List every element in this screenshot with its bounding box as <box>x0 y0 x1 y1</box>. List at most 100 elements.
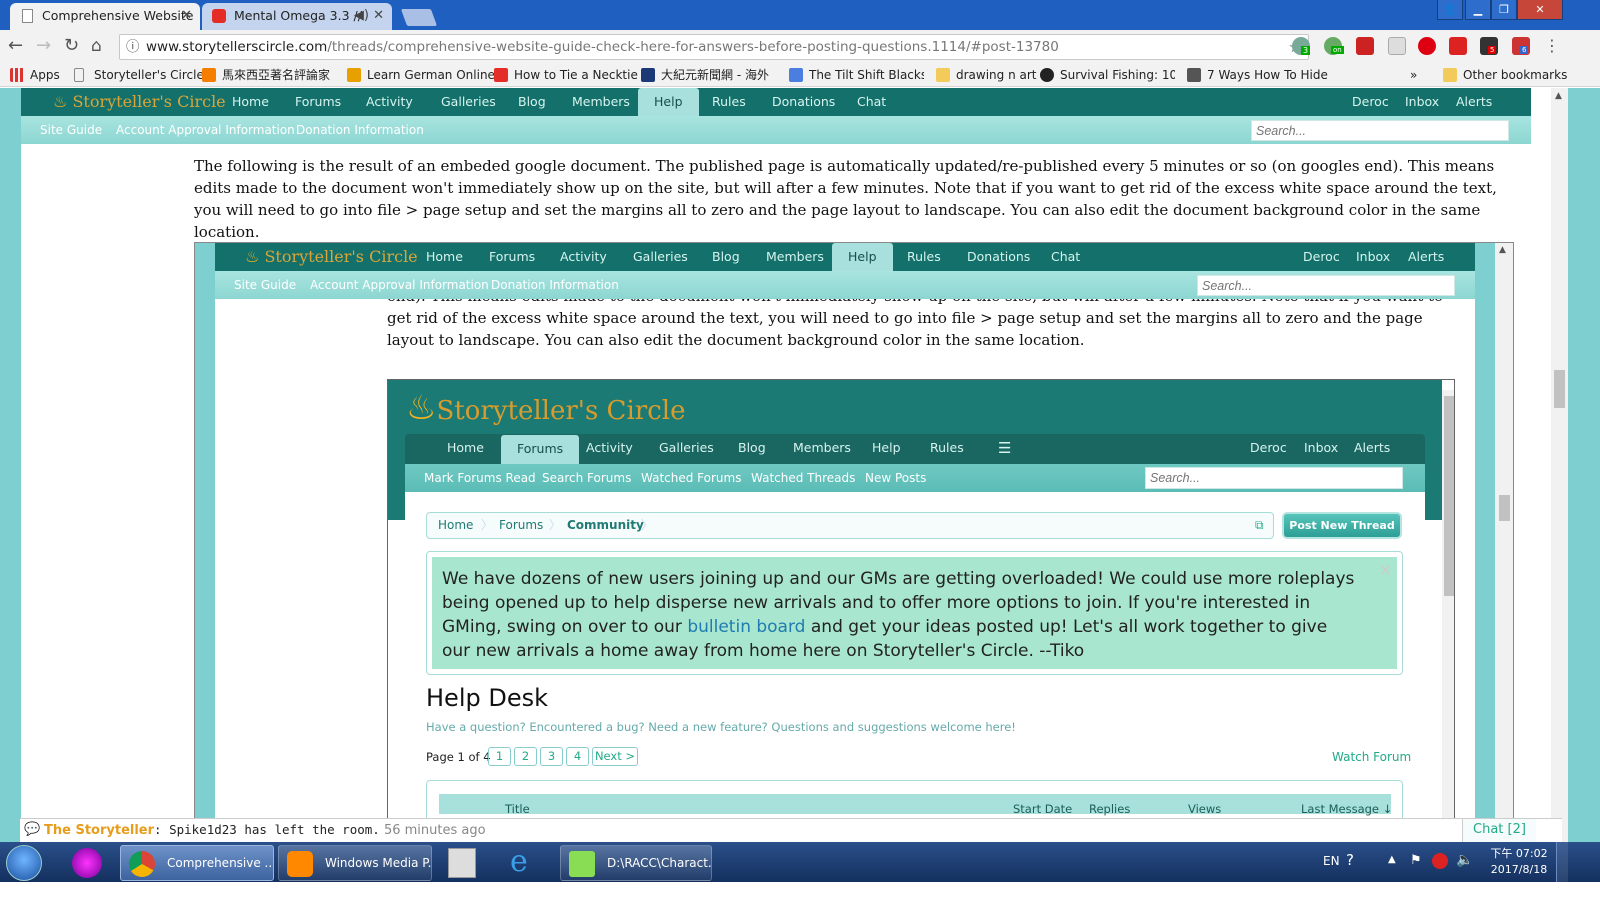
external-link-icon[interactable]: ⧉ <box>1255 513 1264 538</box>
breadcrumb-home[interactable]: Home <box>438 513 473 538</box>
watch-forum-link[interactable]: Watch Forum <box>1332 747 1411 767</box>
menu-icon[interactable]: ⋮ <box>1544 36 1560 56</box>
inner-nav-home[interactable]: Home <box>447 434 484 462</box>
clock[interactable]: 下午 07:02 2017/8/18 <box>1486 846 1552 878</box>
nav-donations[interactable]: Donations <box>967 243 1030 271</box>
page-scrollbar-thumb[interactable] <box>1554 370 1565 408</box>
inner-search-input[interactable] <box>1145 467 1403 489</box>
subnav-mark-forums-read[interactable]: Mark Forums Read <box>424 464 536 492</box>
nav-members[interactable]: Members <box>766 243 824 271</box>
nav-home[interactable]: Home <box>426 243 463 271</box>
taskbar-media-player[interactable]: Windows Media P... <box>278 845 432 881</box>
inner-nav-blog[interactable]: Blog <box>738 434 766 462</box>
show-desktop-button[interactable] <box>1556 842 1568 882</box>
scroll-up-arrow[interactable]: ▲ <box>1555 91 1562 101</box>
restore-button[interactable]: ❐ <box>1491 0 1517 20</box>
chat-username[interactable]: The Storyteller <box>44 823 154 838</box>
page-3[interactable]: 3 <box>540 747 563 766</box>
inner-nav-deroc[interactable]: Deroc <box>1250 434 1287 462</box>
taskbar-explorer[interactable]: D:\RACC\Charact... <box>560 845 712 881</box>
new-tab-button[interactable] <box>400 9 438 26</box>
nav-rules[interactable]: Rules <box>907 243 941 271</box>
inner-nav-help[interactable]: Help <box>872 434 901 462</box>
nav-help[interactable]: Help <box>638 88 699 116</box>
tray-arrow-icon[interactable]: ▲ <box>1388 854 1396 865</box>
nav-blog[interactable]: Blog <box>712 243 740 271</box>
notice-close-icon[interactable]: × <box>1379 560 1392 579</box>
app-icon[interactable] <box>448 848 476 878</box>
tab-comprehensive-website[interactable]: Comprehensive Website ✕ <box>10 3 200 30</box>
volume-icon[interactable]: 🔈 <box>1456 852 1473 868</box>
column-title[interactable]: Title <box>505 802 530 816</box>
inner-nav-forums[interactable]: Forums <box>501 435 580 464</box>
nav-chat[interactable]: Chat <box>857 88 886 116</box>
nav-activity[interactable]: Activity <box>366 88 413 116</box>
breadcrumb-forums[interactable]: Forums <box>499 513 543 538</box>
nav-inbox[interactable]: Inbox <box>1356 243 1390 271</box>
column-last-message[interactable]: Last Message ↓ <box>1301 802 1392 816</box>
flag-icon[interactable]: ⚑ <box>1410 853 1422 868</box>
bookmark-item[interactable]: 7 Ways How To Hide <box>1187 67 1328 83</box>
nav-chat[interactable]: Chat <box>1051 243 1080 271</box>
embed-scrollbar[interactable]: ▲ <box>1495 243 1513 842</box>
bulletin-board-link[interactable]: bulletin board <box>687 617 805 637</box>
subnav-new-posts[interactable]: New Posts <box>865 464 926 492</box>
nav-home[interactable]: Home <box>232 88 269 116</box>
tab-mental-omega[interactable]: Mental Omega 3.3 // ◀) ✕ <box>202 3 392 30</box>
inner-site-logo[interactable]: ♨Storyteller's Circle <box>406 388 685 428</box>
nav-members[interactable]: Members <box>572 88 630 116</box>
subnav-donation-info[interactable]: Donation Information <box>296 116 424 144</box>
search-input[interactable] <box>1197 275 1455 296</box>
bookmark-item[interactable]: The Tilt Shift Blacksm <box>789 67 924 83</box>
reload-icon[interactable]: ↻ <box>64 36 79 56</box>
column-start-date[interactable]: Start Date <box>1013 802 1072 816</box>
nav-alerts[interactable]: Alerts <box>1408 243 1444 271</box>
language-indicator[interactable]: EN <box>1323 854 1340 868</box>
subnav-account-approval[interactable]: Account Approval Information <box>116 116 295 144</box>
page-scrollbar[interactable]: ▲ ▼ <box>1551 88 1568 842</box>
column-views[interactable]: Views <box>1188 802 1221 816</box>
back-icon[interactable]: ← <box>8 36 23 56</box>
address-bar[interactable]: ⓘ www.storytellerscircle.com/threads/com… <box>119 34 1309 60</box>
bookmarks-overflow[interactable]: » <box>1404 67 1417 83</box>
tray-app-icon[interactable] <box>1432 853 1448 869</box>
start-button[interactable] <box>6 845 42 881</box>
help-icon[interactable]: ? <box>1346 851 1354 869</box>
inner-nav-activity[interactable]: Activity <box>586 434 633 462</box>
nav-help[interactable]: Help <box>832 243 893 271</box>
site-logo[interactable]: ♨ Storyteller's Circle <box>53 92 226 111</box>
bookmark-folder[interactable]: drawing n art <box>936 67 1037 83</box>
next-page-button[interactable]: Next > <box>592 747 638 766</box>
bookmark-item[interactable]: 馬來西亞著名評論家 <box>202 67 332 83</box>
nav-galleries[interactable]: Galleries <box>633 243 688 271</box>
home-icon[interactable]: ⌂ <box>91 36 102 56</box>
page-1[interactable]: 1 <box>488 747 511 766</box>
minimize-button[interactable]: ▁ <box>1465 0 1491 20</box>
inner-nav-galleries[interactable]: Galleries <box>659 434 714 462</box>
close-icon[interactable]: ✕ <box>181 3 192 29</box>
subnav-watched-threads[interactable]: Watched Threads <box>751 464 855 492</box>
extension-icon[interactable]: 3 <box>1292 37 1311 55</box>
subnav-site-guide[interactable]: Site Guide <box>40 116 102 144</box>
scroll-up-arrow[interactable]: ▲ <box>1499 245 1506 255</box>
extension-icon[interactable]: 5 <box>1480 37 1498 55</box>
subnav-search-forums[interactable]: Search Forums <box>542 464 631 492</box>
extension-icon[interactable] <box>1388 37 1406 55</box>
inner-nav-members[interactable]: Members <box>793 434 851 462</box>
nav-donations[interactable]: Donations <box>772 88 835 116</box>
opera-icon[interactable] <box>1418 37 1436 55</box>
chat-open-button[interactable]: Chat [2] <box>1462 819 1536 842</box>
embed-scrollbar-thumb[interactable] <box>1499 495 1510 521</box>
nav-galleries[interactable]: Galleries <box>441 88 496 116</box>
nav-blog[interactable]: Blog <box>518 88 546 116</box>
ie-icon[interactable]: e <box>510 844 528 879</box>
inner-scrollbar[interactable] <box>1442 390 1454 842</box>
nav-inbox[interactable]: Inbox <box>1405 88 1439 116</box>
nav-forums[interactable]: Forums <box>295 88 341 116</box>
page-2[interactable]: 2 <box>514 747 537 766</box>
nav-rules[interactable]: Rules <box>712 88 746 116</box>
nav-forums[interactable]: Forums <box>489 243 535 271</box>
bookmark-item[interactable]: 大紀元新聞網 - 海外 <box>641 67 776 83</box>
bookmark-item[interactable]: Survival Fishing: 10 W <box>1040 67 1175 83</box>
search-input[interactable] <box>1251 120 1509 141</box>
